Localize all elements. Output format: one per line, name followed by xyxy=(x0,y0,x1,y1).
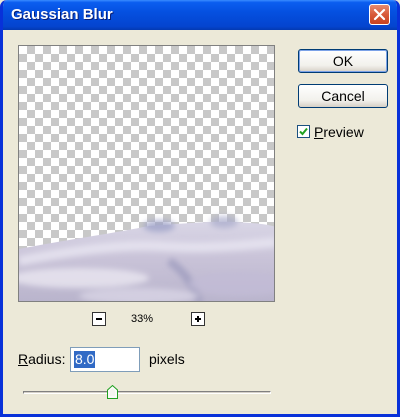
checkmark-icon xyxy=(299,127,308,136)
preview-image-content xyxy=(19,216,274,301)
zoom-level-text: 33% xyxy=(131,313,154,325)
blur-preview-image[interactable] xyxy=(18,45,275,302)
close-button[interactable] xyxy=(369,4,390,25)
gaussian-blur-dialog: Gaussian Blur 33% OK Cancel Preview Radi… xyxy=(0,0,400,417)
zoom-controls: 33% xyxy=(3,312,293,330)
preview-checkbox[interactable] xyxy=(297,125,310,138)
radius-label: Radius: xyxy=(18,351,66,367)
title-bar[interactable]: Gaussian Blur xyxy=(3,0,397,30)
radius-slider-thumb[interactable] xyxy=(107,385,118,399)
preview-label: Preview xyxy=(314,124,364,140)
dialog-title: Gaussian Blur xyxy=(11,6,113,23)
minus-icon xyxy=(96,318,102,320)
close-icon xyxy=(373,8,386,21)
radius-units-label: pixels xyxy=(149,351,185,367)
cancel-button[interactable]: Cancel xyxy=(298,84,388,108)
zoom-in-button[interactable] xyxy=(191,312,205,326)
radius-slider-track[interactable] xyxy=(23,391,271,394)
radius-input[interactable] xyxy=(70,347,140,372)
zoom-out-button[interactable] xyxy=(92,312,106,326)
plus-icon xyxy=(195,316,201,322)
ok-button[interactable]: OK xyxy=(298,49,388,73)
